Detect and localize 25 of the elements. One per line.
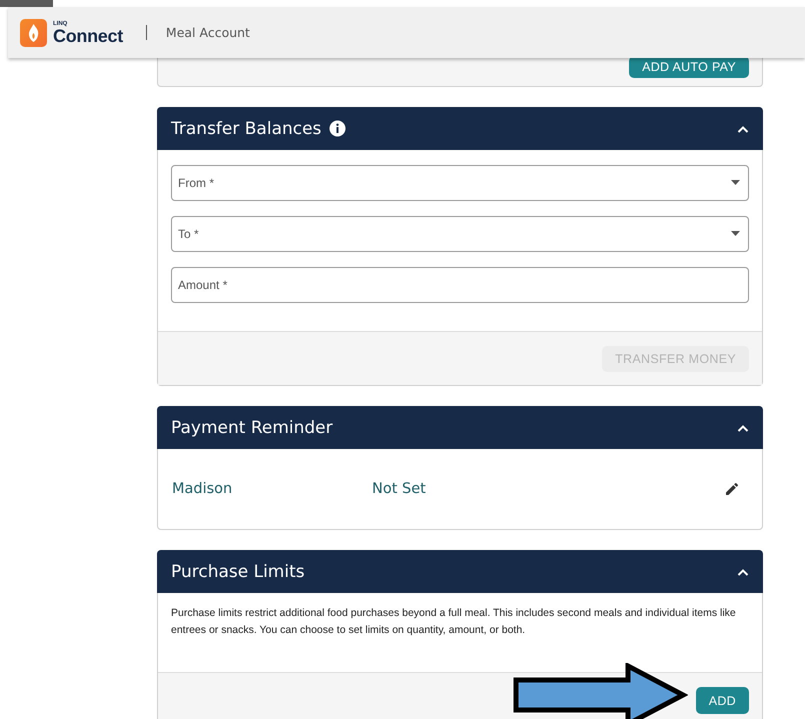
chevron-up-icon[interactable]: [737, 124, 749, 132]
dropdown-icon: [731, 231, 740, 236]
section-header[interactable]: Transfer Balances: [157, 107, 763, 150]
section-title: Payment Reminder: [171, 418, 333, 438]
section-header[interactable]: Purchase Limits: [157, 550, 763, 593]
select-field[interactable]: From *: [171, 165, 749, 201]
dropdown-icon: [731, 180, 740, 185]
chevron-up-icon[interactable]: [737, 568, 749, 576]
edit-icon[interactable]: [724, 481, 740, 497]
add-auto-pay-button[interactable]: ADD AUTO PAY: [629, 56, 749, 78]
info-icon[interactable]: [329, 120, 346, 137]
section-title: Purchase Limits: [171, 562, 305, 582]
section-header[interactable]: Payment Reminder: [157, 406, 763, 449]
input-field[interactable]: Amount *: [171, 267, 749, 303]
flame-logo-icon: [20, 18, 47, 46]
student-name: Madison: [172, 481, 234, 497]
add-button[interactable]: ADD: [696, 687, 749, 714]
select-field[interactable]: To *: [171, 216, 749, 252]
corner-block: [0, 0, 53, 7]
section-title: Transfer Balances: [171, 118, 322, 138]
reminder-status: Not Set: [372, 481, 426, 497]
limits-description: Purchase limits restrict additional food purchases beyond a full meal. This includes second meals and individual items like entrees or snacks. You can choose to set limits on quantity, amount, or both.: [170, 606, 737, 638]
brand-name: Connect: [53, 26, 123, 44]
page-title: Meal Account: [166, 25, 250, 40]
chevron-up-icon[interactable]: [737, 424, 749, 432]
